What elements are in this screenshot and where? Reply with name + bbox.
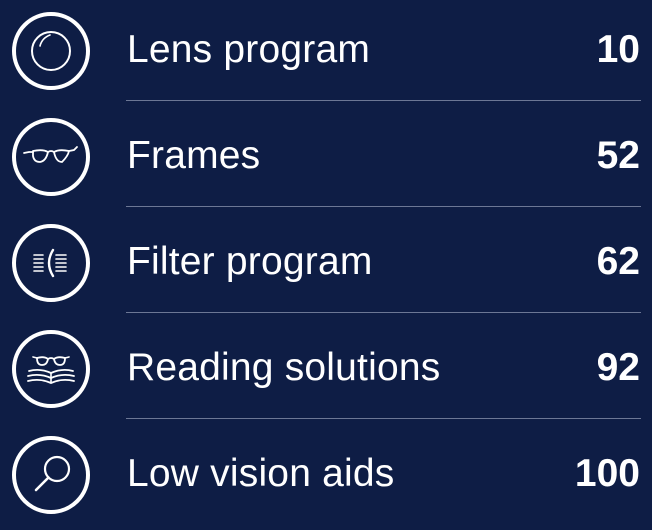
toc-row-low-vision-aids[interactable]: Low vision aids 100 (0, 424, 652, 530)
divider (126, 418, 641, 419)
toc-item-label: Reading solutions (127, 346, 441, 389)
toc-item-label: Frames (127, 134, 261, 177)
toc-row-reading-solutions[interactable]: Reading solutions 92 (0, 318, 652, 424)
toc-page-number: 100 (574, 452, 640, 495)
filter-icon (10, 222, 92, 304)
toc-row-frames[interactable]: Frames 52 (0, 106, 652, 212)
glasses-icon (10, 116, 92, 198)
magnifier-icon (10, 434, 92, 516)
toc-item-label: Lens program (127, 28, 371, 71)
divider (126, 206, 641, 207)
toc-item-label: Filter program (127, 240, 373, 283)
toc-page-number: 10 (596, 28, 640, 71)
table-of-contents: Lens program 10 Frames 52 Filter program… (0, 0, 652, 518)
toc-page-number: 52 (596, 134, 640, 177)
toc-page-number: 62 (596, 240, 640, 283)
divider (126, 100, 641, 101)
reading-icon (10, 328, 92, 410)
toc-row-lens-program[interactable]: Lens program 10 (0, 0, 652, 106)
toc-row-filter-program[interactable]: Filter program 62 (0, 212, 652, 318)
toc-item-label: Low vision aids (127, 452, 395, 495)
divider (126, 312, 641, 313)
lens-icon (10, 10, 92, 92)
toc-page-number: 92 (596, 346, 640, 389)
